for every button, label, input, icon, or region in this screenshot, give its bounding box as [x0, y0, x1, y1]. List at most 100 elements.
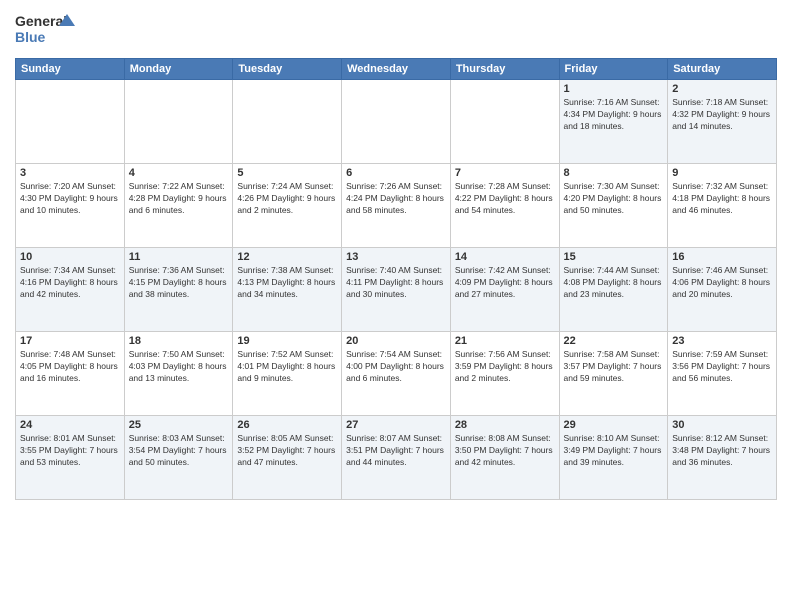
- day-number: 6: [346, 167, 446, 179]
- week-row-2: 3 Sunrise: 7:20 AM Sunset: 4:30 PM Daylig…: [16, 164, 777, 248]
- day-cell: [342, 80, 451, 164]
- day-cell: [16, 80, 125, 164]
- day-info: Sunrise: 7:18 AM Sunset: 4:32 PM Dayligh…: [672, 97, 772, 133]
- day-number: 11: [129, 251, 229, 263]
- day-cell: 17Sunrise: 7:48 AM Sunset: 4:05 PM Dayli…: [16, 332, 125, 416]
- day-cell: 5 Sunrise: 7:24 AM Sunset: 4:26 PM Daylig…: [233, 164, 342, 248]
- day-cell: 23 Sunrise: 7:59 AM Sunset: 3:56 PM Dayli…: [668, 332, 777, 416]
- day-info: Sunrise: 7:54 AM Sunset: 4:00 PM Dayligh…: [346, 349, 446, 385]
- day-info: Sunrise: 7:20 AM Sunset: 4:30 PM Dayligh…: [20, 181, 120, 217]
- day-info: Sunrise: 7:34 AM Sunset: 4:16 PM Dayligh…: [20, 265, 120, 301]
- header: General Blue: [15, 10, 777, 50]
- day-cell: 7 Sunrise: 7:28 AM Sunset: 4:22 PM Daylig…: [450, 164, 559, 248]
- header-cell-wednesday: Wednesday: [342, 59, 451, 80]
- day-cell: 30Sunrise: 8:12 AM Sunset: 3:48 PM Dayli…: [668, 416, 777, 500]
- week-row-3: 10 Sunrise: 7:34 AM Sunset: 4:16 PM Dayli…: [16, 248, 777, 332]
- day-number: 25: [129, 419, 229, 431]
- day-number: 2: [672, 83, 772, 95]
- day-cell: 25 Sunrise: 8:03 AM Sunset: 3:54 PM Dayli…: [124, 416, 233, 500]
- day-cell: 19 Sunrise: 7:52 AM Sunset: 4:01 PM Dayli…: [233, 332, 342, 416]
- day-info: Sunrise: 7:42 AM Sunset: 4:09 PM Dayligh…: [455, 265, 555, 301]
- day-number: 20: [346, 335, 446, 347]
- day-cell: 6Sunrise: 7:26 AM Sunset: 4:24 PM Daylig…: [342, 164, 451, 248]
- day-number: 23: [672, 335, 772, 347]
- day-cell: 10 Sunrise: 7:34 AM Sunset: 4:16 PM Dayli…: [16, 248, 125, 332]
- day-cell: 9 Sunrise: 7:32 AM Sunset: 4:18 PM Daylig…: [668, 164, 777, 248]
- header-cell-monday: Monday: [124, 59, 233, 80]
- week-row-5: 24Sunrise: 8:01 AM Sunset: 3:55 PM Dayli…: [16, 416, 777, 500]
- day-cell: 27 Sunrise: 8:07 AM Sunset: 3:51 PM Dayli…: [342, 416, 451, 500]
- day-cell: 3 Sunrise: 7:20 AM Sunset: 4:30 PM Daylig…: [16, 164, 125, 248]
- calendar-body: 1 Sunrise: 7:16 AM Sunset: 4:34 PM Daylig…: [16, 80, 777, 500]
- day-number: 27: [346, 419, 446, 431]
- day-cell: 8Sunrise: 7:30 AM Sunset: 4:20 PM Daylig…: [559, 164, 668, 248]
- day-number: 7: [455, 167, 555, 179]
- day-cell: [233, 80, 342, 164]
- day-cell: 20 Sunrise: 7:54 AM Sunset: 4:00 PM Dayli…: [342, 332, 451, 416]
- header-cell-friday: Friday: [559, 59, 668, 80]
- day-info: Sunrise: 7:38 AM Sunset: 4:13 PM Dayligh…: [237, 265, 337, 301]
- day-number: 19: [237, 335, 337, 347]
- day-number: 21: [455, 335, 555, 347]
- day-number: 10: [20, 251, 120, 263]
- day-info: Sunrise: 7:46 AM Sunset: 4:06 PM Dayligh…: [672, 265, 772, 301]
- day-cell: 21 Sunrise: 7:56 AM Sunset: 3:59 PM Dayli…: [450, 332, 559, 416]
- day-number: 17: [20, 335, 120, 347]
- day-number: 3: [20, 167, 120, 179]
- day-info: Sunrise: 7:24 AM Sunset: 4:26 PM Dayligh…: [237, 181, 337, 217]
- header-cell-thursday: Thursday: [450, 59, 559, 80]
- calendar-table: SundayMondayTuesdayWednesdayThursdayFrid…: [15, 58, 777, 500]
- day-info: Sunrise: 7:36 AM Sunset: 4:15 PM Dayligh…: [129, 265, 229, 301]
- day-info: Sunrise: 8:05 AM Sunset: 3:52 PM Dayligh…: [237, 433, 337, 469]
- day-info: Sunrise: 7:52 AM Sunset: 4:01 PM Dayligh…: [237, 349, 337, 385]
- day-number: 13: [346, 251, 446, 263]
- day-number: 4: [129, 167, 229, 179]
- day-cell: 26 Sunrise: 8:05 AM Sunset: 3:52 PM Dayli…: [233, 416, 342, 500]
- day-cell: 29 Sunrise: 8:10 AM Sunset: 3:49 PM Dayli…: [559, 416, 668, 500]
- day-cell: 28Sunrise: 8:08 AM Sunset: 3:50 PM Dayli…: [450, 416, 559, 500]
- week-row-1: 1 Sunrise: 7:16 AM Sunset: 4:34 PM Daylig…: [16, 80, 777, 164]
- day-info: Sunrise: 7:22 AM Sunset: 4:28 PM Dayligh…: [129, 181, 229, 217]
- day-info: Sunrise: 7:56 AM Sunset: 3:59 PM Dayligh…: [455, 349, 555, 385]
- page: General Blue SundayMondayTuesdayWednesda…: [0, 0, 792, 612]
- day-info: Sunrise: 7:32 AM Sunset: 4:18 PM Dayligh…: [672, 181, 772, 217]
- day-cell: 12 Sunrise: 7:38 AM Sunset: 4:13 PM Dayli…: [233, 248, 342, 332]
- day-number: 12: [237, 251, 337, 263]
- logo-svg: General Blue: [15, 10, 75, 50]
- day-number: 15: [564, 251, 664, 263]
- day-info: Sunrise: 7:40 AM Sunset: 4:11 PM Dayligh…: [346, 265, 446, 301]
- header-cell-saturday: Saturday: [668, 59, 777, 80]
- day-number: 9: [672, 167, 772, 179]
- day-info: Sunrise: 8:03 AM Sunset: 3:54 PM Dayligh…: [129, 433, 229, 469]
- day-cell: 11 Sunrise: 7:36 AM Sunset: 4:15 PM Dayli…: [124, 248, 233, 332]
- day-cell: 2 Sunrise: 7:18 AM Sunset: 4:32 PM Daylig…: [668, 80, 777, 164]
- day-info: Sunrise: 8:07 AM Sunset: 3:51 PM Dayligh…: [346, 433, 446, 469]
- calendar-header: SundayMondayTuesdayWednesdayThursdayFrid…: [16, 59, 777, 80]
- day-cell: 16 Sunrise: 7:46 AM Sunset: 4:06 PM Dayli…: [668, 248, 777, 332]
- day-number: 29: [564, 419, 664, 431]
- day-cell: 1 Sunrise: 7:16 AM Sunset: 4:34 PM Daylig…: [559, 80, 668, 164]
- day-info: Sunrise: 7:28 AM Sunset: 4:22 PM Dayligh…: [455, 181, 555, 217]
- day-cell: 13 Sunrise: 7:40 AM Sunset: 4:11 PM Dayli…: [342, 248, 451, 332]
- day-number: 1: [564, 83, 664, 95]
- day-number: 26: [237, 419, 337, 431]
- day-info: Sunrise: 8:10 AM Sunset: 3:49 PM Dayligh…: [564, 433, 664, 469]
- logo: General Blue: [15, 10, 75, 50]
- week-row-4: 17Sunrise: 7:48 AM Sunset: 4:05 PM Dayli…: [16, 332, 777, 416]
- day-number: 28: [455, 419, 555, 431]
- day-cell: [124, 80, 233, 164]
- day-cell: 18Sunrise: 7:50 AM Sunset: 4:03 PM Dayli…: [124, 332, 233, 416]
- day-info: Sunrise: 7:30 AM Sunset: 4:20 PM Dayligh…: [564, 181, 664, 217]
- day-number: 14: [455, 251, 555, 263]
- day-number: 24: [20, 419, 120, 431]
- day-cell: 22Sunrise: 7:58 AM Sunset: 3:57 PM Dayli…: [559, 332, 668, 416]
- day-info: Sunrise: 7:44 AM Sunset: 4:08 PM Dayligh…: [564, 265, 664, 301]
- svg-text:General: General: [15, 13, 67, 29]
- day-cell: 4 Sunrise: 7:22 AM Sunset: 4:28 PM Daylig…: [124, 164, 233, 248]
- day-info: Sunrise: 7:16 AM Sunset: 4:34 PM Dayligh…: [564, 97, 664, 133]
- day-number: 16: [672, 251, 772, 263]
- day-cell: 24Sunrise: 8:01 AM Sunset: 3:55 PM Dayli…: [16, 416, 125, 500]
- day-number: 5: [237, 167, 337, 179]
- day-info: Sunrise: 7:59 AM Sunset: 3:56 PM Dayligh…: [672, 349, 772, 385]
- day-info: Sunrise: 7:58 AM Sunset: 3:57 PM Dayligh…: [564, 349, 664, 385]
